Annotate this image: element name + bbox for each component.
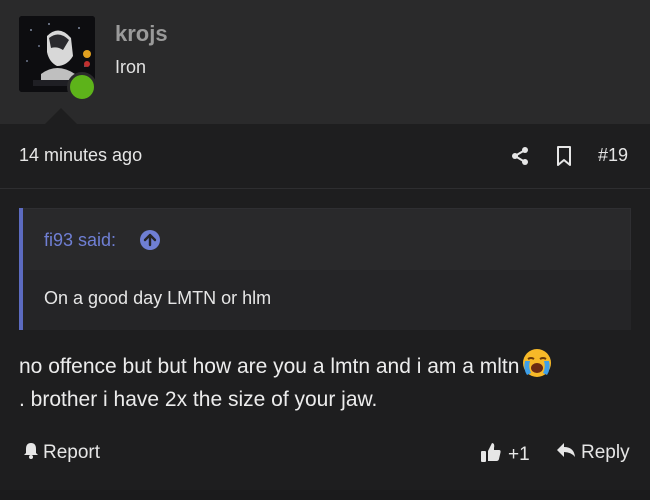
post-body-line-2: . brother i have 2x the size of your jaw…: [19, 388, 378, 411]
online-status-indicator: [67, 72, 97, 102]
thumbs-up-icon: [480, 441, 502, 469]
arrow-up-circle-icon[interactable]: [140, 230, 160, 250]
post-number-link[interactable]: #19: [598, 145, 628, 166]
bell-icon: [22, 441, 40, 465]
post-footer-divider: [0, 490, 650, 500]
quote-block: fi93 said: On a good day LMTN or hlm: [19, 208, 631, 330]
divider: [0, 188, 650, 189]
post-body: no offence but but how are you a lmtn an…: [19, 347, 631, 416]
reply-label: Reply: [581, 442, 630, 463]
share-icon[interactable]: [510, 146, 530, 171]
loudly-crying-face-icon: [521, 347, 553, 379]
user-title: Iron: [115, 57, 147, 77]
bookmark-icon[interactable]: [555, 146, 573, 171]
header-pointer: [45, 108, 77, 124]
post-timestamp[interactable]: 14 minutes ago: [19, 145, 142, 166]
report-button[interactable]: Report: [22, 441, 100, 465]
quote-header: fi93 said:: [23, 208, 631, 270]
reply-button[interactable]: Reply: [555, 441, 630, 465]
like-button[interactable]: +1: [480, 441, 530, 469]
reply-arrow-icon: [555, 441, 577, 465]
post-header: krojs Iron: [0, 0, 650, 124]
quote-author[interactable]: fi93 said:: [44, 230, 116, 251]
post-body-line-1: no offence but but how are you a lmtn an…: [19, 355, 520, 378]
username[interactable]: krojs: [115, 21, 168, 47]
like-count: +1: [508, 444, 530, 465]
quote-text: On a good day LMTN or hlm: [44, 288, 272, 308]
report-label: Report: [43, 442, 101, 463]
